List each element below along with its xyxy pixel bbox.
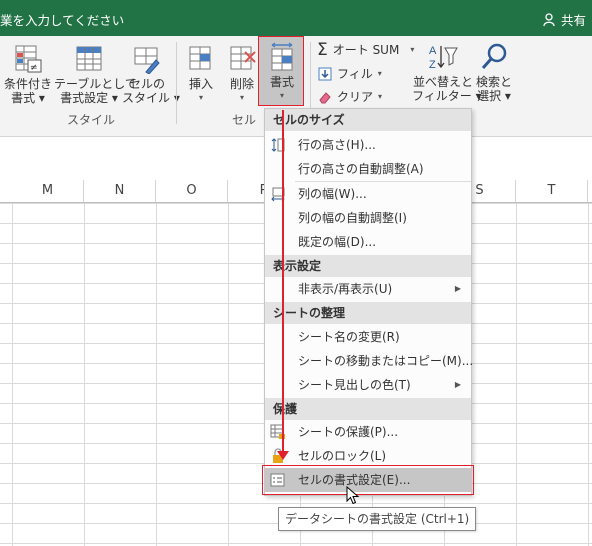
styles-group-label: スタイル (67, 113, 116, 127)
format-as-table-label-2: 書式設定 ▾ (60, 91, 118, 105)
menu-item-label: シートの保護(P)... (298, 425, 399, 439)
eraser-icon (319, 91, 331, 103)
menu-item-label: セルのロック(L) (298, 449, 387, 463)
find-select-label: 検索と (475, 75, 512, 89)
annotation-arrow-line (282, 110, 284, 452)
find-select-label-2: 選択 ▾ (477, 89, 511, 103)
menu-header-protection: 保護 (265, 398, 471, 420)
column-header-t[interactable]: T (516, 180, 588, 202)
sigma-icon: Σ (317, 39, 328, 60)
svg-text:≠: ≠ (30, 63, 38, 73)
delete-caret: ▾ (239, 93, 244, 102)
svg-text:Z: Z (429, 59, 436, 71)
fill-down-icon (318, 67, 332, 80)
clear-button[interactable]: クリア ▾ (318, 88, 382, 105)
menu-item-tab-color[interactable]: シート見出しの色(T) ▶ (265, 373, 471, 397)
format-button[interactable]: 書式 ▾ (262, 42, 302, 103)
column-header-n[interactable]: N (84, 180, 156, 202)
fill-button[interactable]: フィル ▾ (318, 65, 382, 82)
format-label: 書式 (269, 75, 294, 89)
autosum-label: オート SUM (332, 43, 400, 57)
menu-item-protect-sheet[interactable]: シートの保護(P)... (265, 420, 471, 444)
menu-item-label: 非表示/再表示(U) (298, 282, 393, 296)
menu-item-label: 列の幅(W)... (298, 187, 367, 201)
format-dropdown-menu: セルのサイズ 行の高さ(H)... 行の高さの自動調整(A) 列の幅(W)...… (264, 108, 474, 496)
menu-item-move-copy-sheet[interactable]: シートの移動またはコピー(M)... (265, 349, 474, 373)
format-as-table-button[interactable]: テーブルとして 書式設定 ▾ (54, 44, 137, 105)
conditional-formatting-button[interactable]: ≠ 条件付き 書式 ▾ (2, 44, 54, 105)
menu-item-label: シートの移動またはコピー(M)... (298, 354, 474, 368)
menu-item-label: 行の高さ(H)... (298, 138, 376, 152)
group-separator (176, 42, 177, 124)
sort-filter-button[interactable]: A Z 並べ替えと フィルター ▾ (412, 42, 482, 103)
menu-header-organize-sheets: シートの整理 (265, 302, 471, 324)
svg-text:A: A (429, 45, 437, 57)
sort-filter-label-2: フィルター ▾ (412, 89, 482, 103)
format-cells-highlight (262, 465, 474, 495)
menu-header-visibility: 表示設定 (265, 255, 471, 277)
menu-item-column-width[interactable]: 列の幅(W)... (265, 182, 471, 206)
menu-item-rename-sheet[interactable]: シート名の変更(R) (265, 325, 471, 349)
insert-button[interactable]: 挿入 ▾ (184, 44, 218, 105)
clear-label: クリア (337, 90, 374, 104)
format-caret: ▾ (279, 91, 284, 100)
sort-filter-label: 並べ替えと (412, 75, 473, 89)
menu-item-label: 列の幅の自動調整(I) (298, 211, 407, 225)
format-as-table-label: テーブルとして (54, 77, 137, 91)
share-label: 共有 (560, 13, 586, 28)
column-header-o[interactable]: O (156, 180, 228, 202)
menu-item-autofit-column[interactable]: 列の幅の自動調整(I) (265, 206, 471, 230)
menu-item-label: 行の高さの自動調整(A) (298, 162, 424, 176)
conditional-formatting-icon: ≠ (15, 45, 42, 73)
delete-cells-icon (230, 46, 256, 70)
sort-filter-icon: A Z (429, 45, 458, 71)
magnifier-icon (481, 43, 507, 69)
column-header-m[interactable]: M (12, 180, 84, 202)
fill-caret: ▾ (377, 69, 382, 78)
menu-item-default-width[interactable]: 既定の幅(D)... (265, 230, 471, 254)
menu-header-cell-size: セルのサイズ (265, 109, 471, 131)
fill-label: フィル (337, 67, 373, 81)
cell-styles-icon (134, 47, 160, 74)
insert-label: 挿入 (188, 77, 213, 91)
title-bar: 業を入力してください 共有 (0, 0, 592, 36)
menu-item-hide-unhide[interactable]: 非表示/再表示(U) ▶ (265, 277, 471, 301)
menu-item-label: シート名の変更(R) (298, 330, 400, 344)
conditional-formatting-label-2: 書式 ▾ (11, 91, 45, 105)
menu-item-row-height[interactable]: 行の高さ(H)... (265, 133, 471, 157)
insert-cells-icon (189, 46, 211, 70)
format-as-table-icon (76, 46, 102, 71)
menu-item-label: 既定の幅(D)... (298, 235, 377, 249)
cell-styles-label: セルの (128, 77, 165, 91)
tell-me-search[interactable]: 業を入力してください (0, 10, 124, 29)
cell-styles-button[interactable]: セルの スタイル ▾ (122, 44, 180, 105)
mouse-cursor-icon (346, 486, 360, 505)
delete-button[interactable]: 削除 ▾ (224, 44, 260, 105)
annotation-arrow-head (277, 451, 289, 460)
submenu-arrow-icon: ▶ (454, 284, 461, 293)
insert-caret: ▾ (198, 93, 203, 102)
person-icon (543, 12, 555, 26)
menu-item-autofit-row[interactable]: 行の高さの自動調整(A) (265, 157, 471, 181)
find-select-button[interactable]: 検索と 選択 ▾ (474, 42, 514, 103)
tooltip: データシートの書式設定 (Ctrl+1) (278, 507, 477, 531)
autosum-button[interactable]: Σ オート SUM ▾ (317, 41, 414, 58)
submenu-arrow-icon: ▶ (454, 380, 461, 389)
cells-group-label: セル (232, 113, 257, 127)
share-button[interactable]: 共有 (543, 10, 586, 29)
cell-styles-label-2: スタイル ▾ (122, 91, 180, 105)
clear-caret: ▾ (378, 92, 383, 101)
format-cells-icon (271, 42, 293, 71)
conditional-formatting-label: 条件付き (3, 77, 52, 91)
menu-item-label: シート見出しの色(T) (298, 378, 411, 392)
delete-label: 削除 (229, 77, 254, 91)
